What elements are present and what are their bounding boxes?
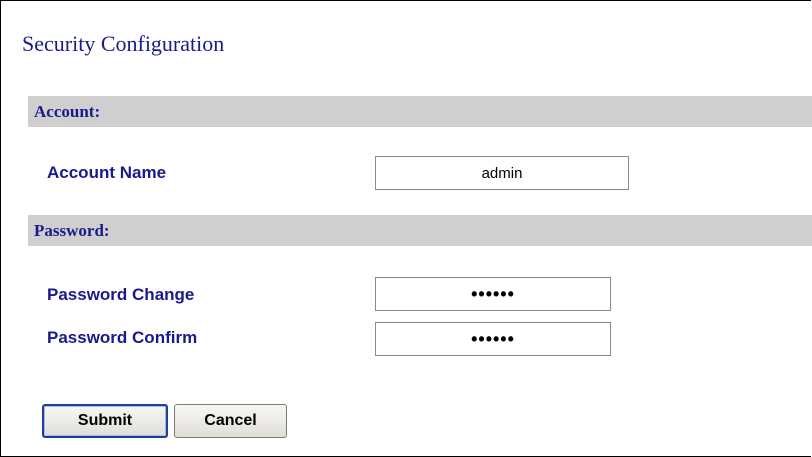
page-title: Security Configuration [22, 31, 225, 56]
submit-button[interactable]: Submit [42, 404, 168, 438]
password-section-header: Password: [28, 215, 812, 246]
cancel-button[interactable]: Cancel [174, 404, 287, 438]
security-config-panel: Security Configuration Account: Account … [0, 0, 812, 457]
password-confirm-input[interactable] [375, 322, 611, 356]
account-name-label: Account Name [47, 163, 167, 182]
password-change-label: Password Change [47, 285, 195, 304]
password-confirm-label: Password Confirm [47, 328, 198, 347]
account-section-header: Account: [28, 96, 812, 127]
password-change-input[interactable] [375, 277, 611, 311]
account-name-input[interactable] [375, 156, 629, 190]
